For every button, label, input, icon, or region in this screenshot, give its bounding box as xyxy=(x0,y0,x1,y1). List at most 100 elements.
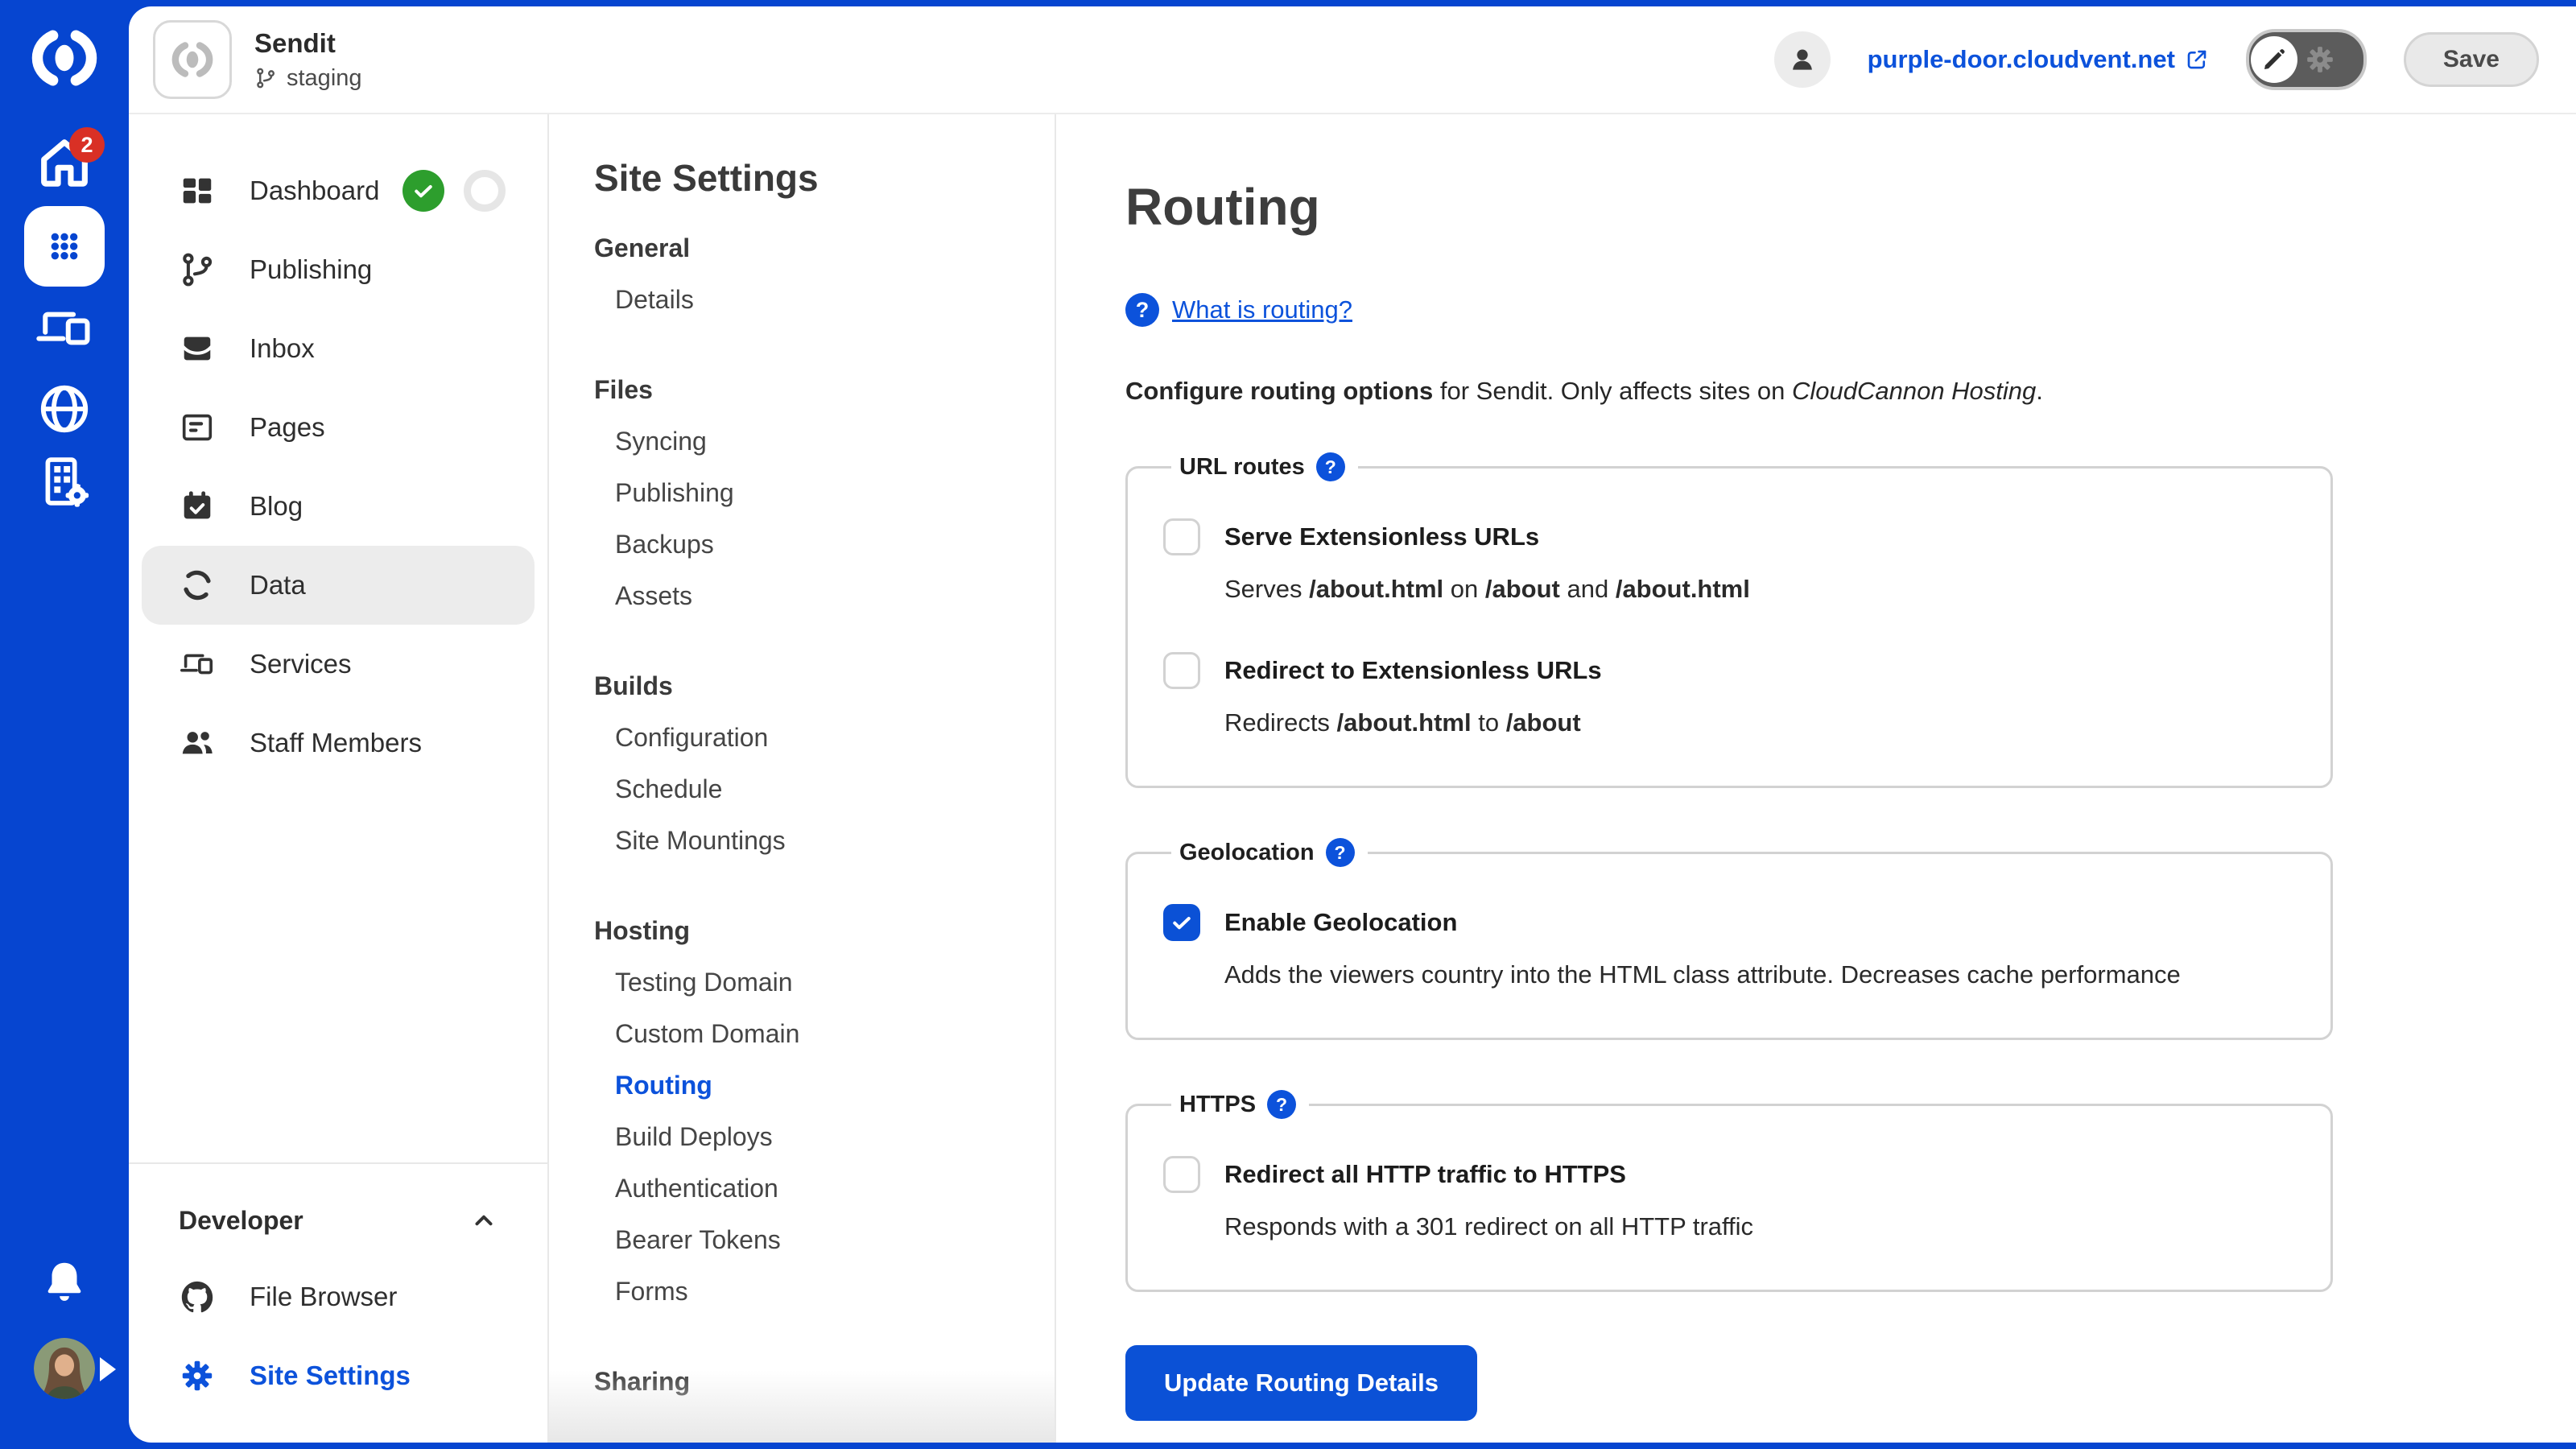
option-row: Enable Geolocation Adds the viewers coun… xyxy=(1163,904,2298,993)
option-texts: Serve Extensionless URLs Serves /about.h… xyxy=(1224,518,1750,607)
redirect-https-checkbox[interactable] xyxy=(1163,1156,1200,1193)
option-description: Responds with a 301 redirect on all HTTP… xyxy=(1224,1209,1753,1245)
developer-header-label: Developer xyxy=(179,1206,303,1236)
developer-section-toggle[interactable]: Developer xyxy=(129,1183,547,1257)
settings-nav-item-configuration[interactable]: Configuration xyxy=(594,712,1055,763)
intro-text: Configure routing options for Sendit. On… xyxy=(1125,377,2576,406)
edit-settings-toggle[interactable] xyxy=(2246,29,2367,90)
apps-grid-icon xyxy=(42,224,87,269)
serve-extensionless-checkbox[interactable] xyxy=(1163,518,1200,555)
sidebar-item-staff-members[interactable]: Staff Members xyxy=(129,704,547,782)
sidebar-item-label: Site Settings xyxy=(250,1360,411,1391)
services-devices-icon xyxy=(179,646,216,683)
globe-icon xyxy=(35,379,94,439)
app-rail: 2 xyxy=(0,0,129,1449)
pages-icon xyxy=(179,409,216,446)
sidebar-item-inbox[interactable]: Inbox xyxy=(129,309,547,388)
option-texts: Enable Geolocation Adds the viewers coun… xyxy=(1224,904,2181,993)
app-window: 2 xyxy=(0,0,2576,1449)
rail-organization-button[interactable] xyxy=(34,451,95,512)
environment-row: staging xyxy=(254,65,362,92)
inbox-icon xyxy=(179,330,216,367)
option-row: Redirect to Extensionless URLs Redirects… xyxy=(1163,652,2298,741)
sidebar-item-dashboard[interactable]: Dashboard xyxy=(129,151,547,230)
sidebar-item-label: Inbox xyxy=(250,333,315,364)
geolocation-fieldset: Geolocation ? Enable Geolocation Adds th… xyxy=(1125,838,2333,1040)
settings-nav-item-backups[interactable]: Backups xyxy=(594,518,1055,570)
app-card: Sendit staging purple-door.cloudvent.net xyxy=(129,6,2576,1443)
pencil-icon xyxy=(2261,47,2287,72)
settings-nav-item-custom-domain[interactable]: Custom Domain xyxy=(594,1008,1055,1059)
user-avatar[interactable] xyxy=(34,1338,95,1399)
option-label: Enable Geolocation xyxy=(1224,904,2181,941)
settings-group-sharing: Sharing xyxy=(594,1356,1055,1407)
check-icon xyxy=(1170,910,1194,935)
site-sidebar: Dashboard Publishing Inbox xyxy=(129,114,547,1443)
settings-nav-item-bearer-tokens[interactable]: Bearer Tokens xyxy=(594,1214,1055,1265)
sidebar-item-publishing[interactable]: Publishing xyxy=(129,230,547,309)
sidebar-item-label: File Browser xyxy=(250,1282,397,1312)
enable-geolocation-checkbox[interactable] xyxy=(1163,904,1200,941)
organization-gear-icon xyxy=(34,451,95,512)
https-legend: HTTPS ? xyxy=(1171,1090,1309,1119)
settings-gear-icon xyxy=(179,1357,216,1394)
settings-nav-item-schedule[interactable]: Schedule xyxy=(594,763,1055,815)
sidebar-item-site-settings[interactable]: Site Settings xyxy=(129,1336,547,1415)
settings-nav-item-testing-domain[interactable]: Testing Domain xyxy=(594,956,1055,1008)
settings-group-header: Builds xyxy=(594,660,1055,712)
settings-group-files: Files Syncing Publishing Backups Assets xyxy=(594,364,1055,621)
save-button[interactable]: Save xyxy=(2404,32,2539,87)
dashboard-status-indicators xyxy=(402,170,523,212)
settings-nav: Site Settings General Details Files Sync… xyxy=(547,114,1056,1443)
rail-globe-button[interactable] xyxy=(35,379,94,439)
option-label: Redirect to Extensionless URLs xyxy=(1224,652,1602,689)
what-is-routing-link[interactable]: What is routing? xyxy=(1172,295,1352,324)
header-actions: purple-door.cloudvent.net Save xyxy=(1774,29,2539,90)
sidebar-item-pages[interactable]: Pages xyxy=(129,388,547,467)
sidebar-item-services[interactable]: Services xyxy=(129,625,547,704)
redirect-extensionless-checkbox[interactable] xyxy=(1163,652,1200,689)
data-sync-icon xyxy=(179,567,216,604)
help-question-icon[interactable]: ? xyxy=(1267,1090,1296,1119)
update-routing-details-button[interactable]: Update Routing Details xyxy=(1125,1345,1477,1421)
avatar-expand-arrow-icon[interactable] xyxy=(100,1357,116,1381)
settings-nav-item-details[interactable]: Details xyxy=(594,274,1055,325)
help-question-icon[interactable]: ? xyxy=(1326,838,1355,867)
rail-devices-button[interactable] xyxy=(34,298,95,359)
site-domain-link[interactable]: purple-door.cloudvent.net xyxy=(1868,45,2209,74)
notifications-button[interactable] xyxy=(39,1257,89,1307)
help-link-row: ? What is routing? xyxy=(1125,293,2576,327)
rail-apps-button[interactable] xyxy=(24,206,105,287)
settings-nav-item-publishing[interactable]: Publishing xyxy=(594,467,1055,518)
settings-nav-item-assets[interactable]: Assets xyxy=(594,570,1055,621)
site-logo xyxy=(153,20,232,99)
option-description: Serves /about.html on /about and /about.… xyxy=(1224,572,1750,607)
settings-nav-item-authentication[interactable]: Authentication xyxy=(594,1162,1055,1214)
settings-nav-item-build-deploys[interactable]: Build Deploys xyxy=(594,1111,1055,1162)
avatar-photo-icon xyxy=(34,1338,95,1399)
sidebar-item-data[interactable]: Data xyxy=(142,546,535,625)
help-question-icon[interactable]: ? xyxy=(1316,452,1345,481)
legend-text: Geolocation xyxy=(1179,840,1315,866)
legend-text: HTTPS xyxy=(1179,1092,1256,1118)
option-texts: Redirect to Extensionless URLs Redirects… xyxy=(1224,652,1602,741)
intro-bold: Configure routing options xyxy=(1125,377,1433,405)
url-routes-legend: URL routes ? xyxy=(1171,452,1358,481)
sidebar-item-file-browser[interactable]: File Browser xyxy=(129,1257,547,1336)
settings-nav-item-syncing[interactable]: Syncing xyxy=(594,415,1055,467)
sidebar-item-blog[interactable]: Blog xyxy=(129,467,547,546)
settings-nav-item-site-mountings[interactable]: Site Mountings xyxy=(594,815,1055,866)
publishing-branch-icon xyxy=(179,251,216,288)
branch-icon xyxy=(254,67,277,89)
account-button[interactable] xyxy=(1774,31,1831,88)
devices-icon xyxy=(34,298,95,359)
settings-group-hosting: Hosting Testing Domain Custom Domain Rou… xyxy=(594,905,1055,1317)
settings-nav-item-routing[interactable]: Routing xyxy=(594,1059,1055,1111)
domain-text: purple-door.cloudvent.net xyxy=(1868,45,2175,74)
intro-italic: CloudCannon Hosting xyxy=(1792,377,2036,405)
chevron-up-icon xyxy=(470,1207,497,1234)
settings-nav-item-forms[interactable]: Forms xyxy=(594,1265,1055,1317)
github-icon xyxy=(179,1278,216,1315)
site-name: Sendit xyxy=(254,28,362,59)
people-icon xyxy=(179,724,216,762)
